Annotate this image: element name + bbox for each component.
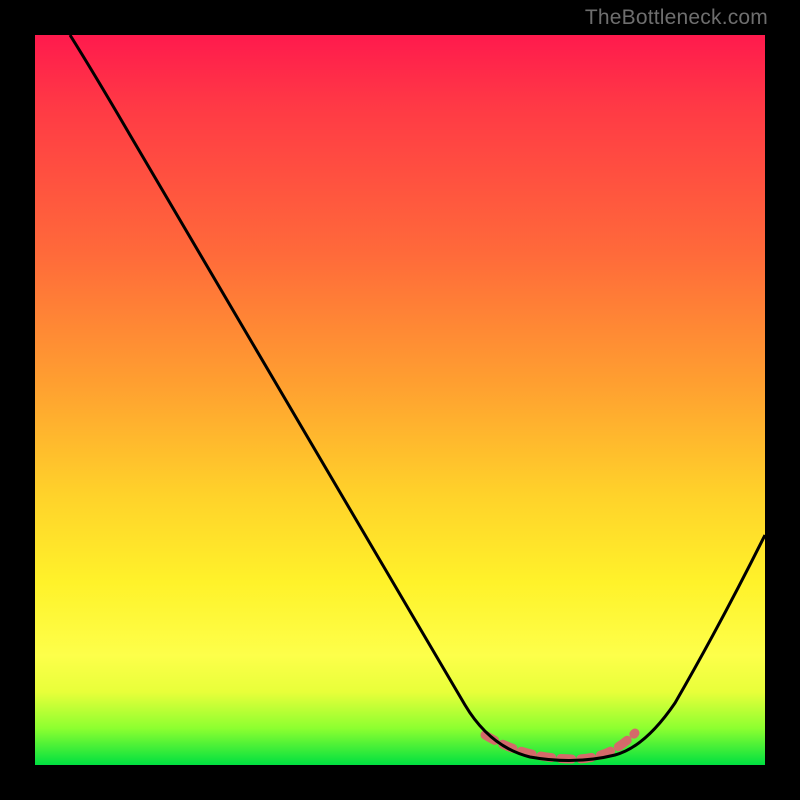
chart-frame: TheBottleneck.com [0,0,800,800]
bottleneck-curve [70,35,765,761]
plot-area [35,35,765,765]
curve-layer [35,35,765,765]
watermark-text: TheBottleneck.com [585,6,768,30]
